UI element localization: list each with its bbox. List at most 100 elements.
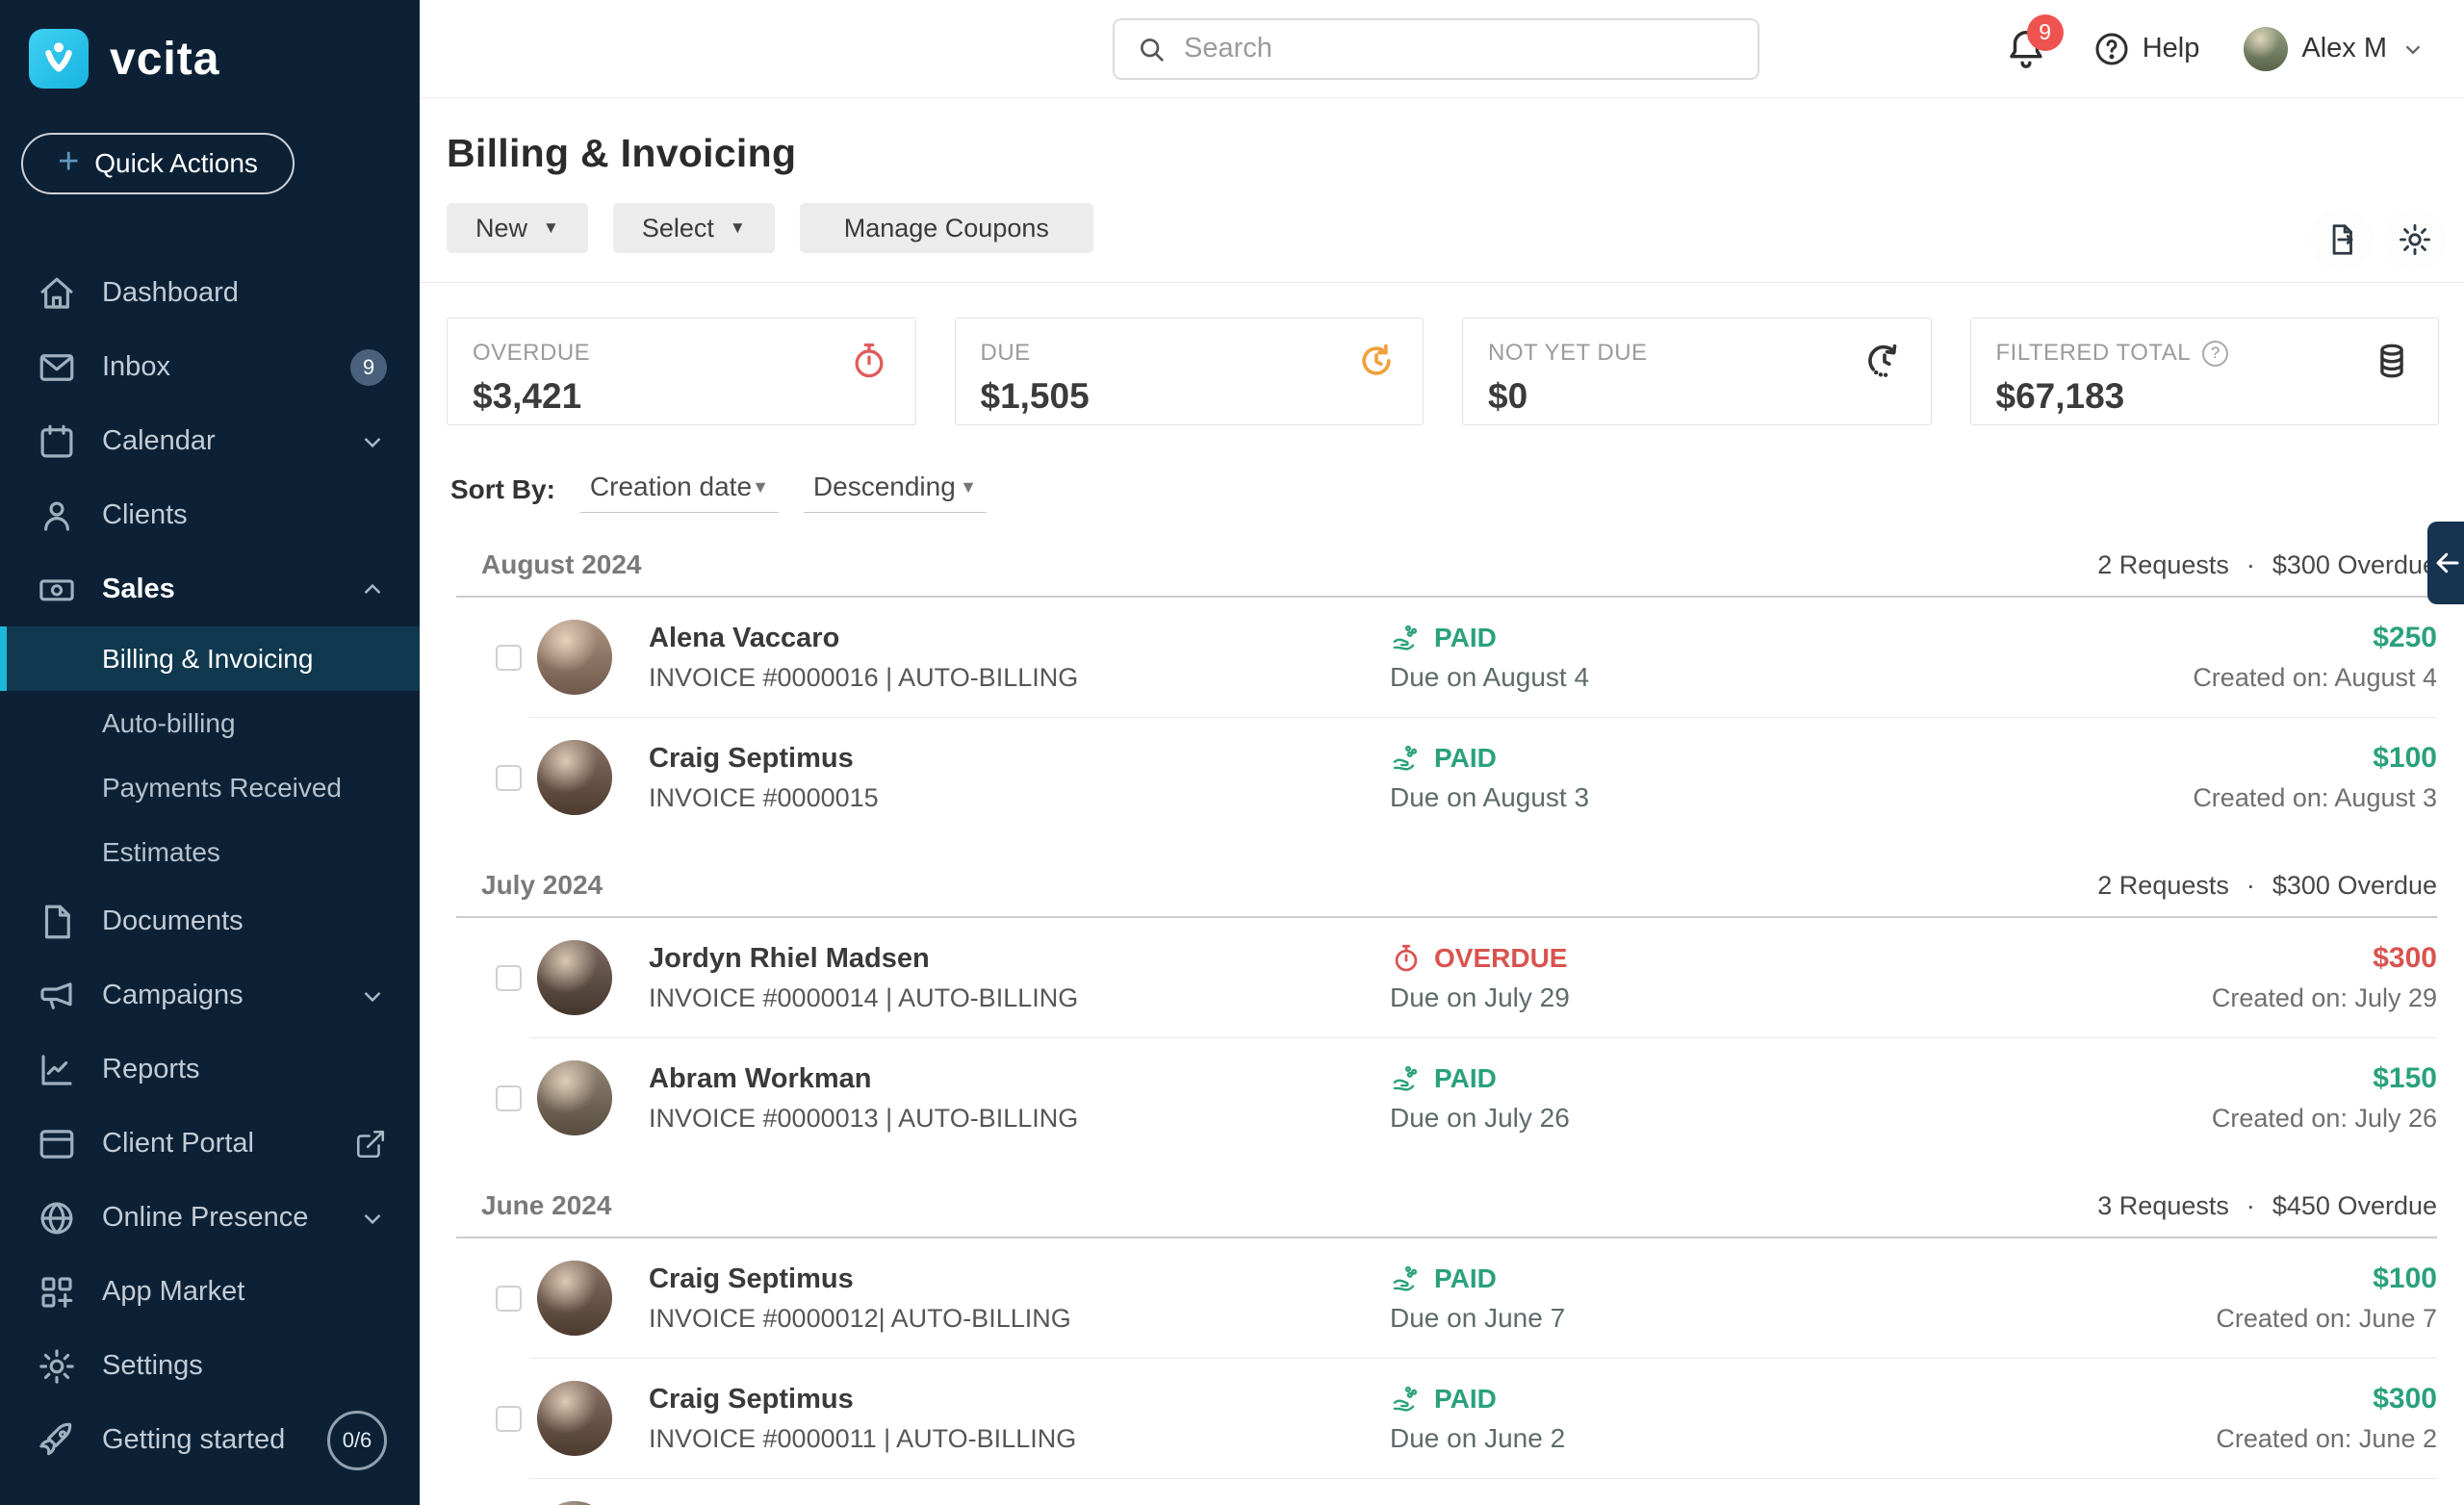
gear-icon: [37, 1346, 77, 1387]
invoice-row: Abram Workman INVOICE #0000013 | AUTO-BI…: [481, 1038, 2437, 1158]
export-button[interactable]: [2310, 208, 2374, 271]
group-header: August 2024 2 Requests · $300 Overdue: [481, 549, 2437, 596]
manage-coupons-button[interactable]: Manage Coupons: [799, 203, 1093, 253]
brand-name: vcita: [110, 33, 220, 85]
client-name[interactable]: Abram Workman: [649, 1063, 1078, 1095]
quick-actions-button[interactable]: + Quick Actions: [21, 133, 295, 194]
status-icon: [1390, 1383, 1423, 1416]
sidebar-item-label: Client Portal: [102, 1128, 254, 1159]
status-label: PAID: [1434, 623, 1497, 652]
row-checkbox[interactable]: [496, 644, 522, 671]
card-value: $0: [1488, 376, 1528, 416]
sidebar-item-inbox[interactable]: Inbox 9: [0, 330, 420, 404]
sidebar-item-billing-invoicing[interactable]: Billing & Invoicing: [0, 626, 420, 691]
notifications-button[interactable]: 9: [2004, 13, 2064, 72]
sidebar-item-label: Online Presence: [102, 1202, 309, 1233]
sidebar-item-getting-started[interactable]: Getting started 0/6: [0, 1403, 420, 1477]
group-overdue-total: $300 Overdue: [2272, 550, 2437, 579]
sidebar-item-clients[interactable]: Clients: [0, 478, 420, 552]
client-name[interactable]: Jordyn Rhiel Madsen: [649, 943, 1078, 975]
sidebar-item-calendar[interactable]: Calendar: [0, 404, 420, 478]
status-label: PAID: [1434, 1384, 1497, 1414]
sidebar-item-documents[interactable]: Documents: [0, 884, 420, 958]
brand-logo[interactable]: vcita: [0, 0, 420, 89]
sidebar-item-dashboard[interactable]: Dashboard: [0, 256, 420, 330]
help-button[interactable]: Help: [2092, 30, 2199, 68]
group-summary: 2 Requests · $300 Overdue: [2097, 550, 2437, 580]
card-overdue: OVERDUE $3,421: [447, 318, 916, 425]
row-checkbox[interactable]: [496, 964, 522, 991]
due-date: Due on June 2: [1390, 1423, 1566, 1453]
calendar-icon: [37, 421, 77, 462]
getting-started-progress-badge: 0/6: [327, 1410, 387, 1470]
list-settings-button[interactable]: [2383, 208, 2447, 271]
sidebar-item-client-portal[interactable]: Client Portal: [0, 1107, 420, 1181]
card-not-yet-due: NOT YET DUE $0: [1462, 318, 1932, 425]
sort-direction-dropdown[interactable]: Descending ▼: [803, 472, 987, 513]
help-circle-icon[interactable]: ?: [2202, 340, 2229, 367]
created-date: Created on: August 4: [2193, 663, 2437, 692]
row-checkbox[interactable]: [496, 764, 522, 791]
collapse-panel-tab[interactable]: [2427, 522, 2464, 604]
search-box[interactable]: [1113, 17, 1759, 80]
caret-down-icon: ▼: [543, 218, 559, 237]
avatar: [537, 740, 612, 815]
user-menu[interactable]: Alex M: [2244, 26, 2426, 71]
sidebar-item-reports[interactable]: Reports: [0, 1033, 420, 1107]
due-date: Due on August 4: [1390, 662, 1590, 692]
invoice-row: Alena Vaccaro INVOICE #0000016 | AUTO-BI…: [481, 598, 2437, 717]
sidebar-item-label: Clients: [102, 499, 188, 530]
sidebar-item-campaigns[interactable]: Campaigns: [0, 958, 420, 1033]
separator-dot: ·: [2246, 871, 2255, 900]
client-name[interactable]: Craig Septimus: [649, 1263, 1071, 1295]
rocket-icon: [37, 1420, 77, 1461]
avatar: [537, 1381, 612, 1456]
external-link-icon: [354, 1128, 387, 1161]
sidebar-item-online-presence[interactable]: Online Presence: [0, 1181, 420, 1255]
separator-dot: ·: [2246, 550, 2255, 579]
sidebar-item-settings[interactable]: Settings: [0, 1329, 420, 1403]
sidebar-item-auto-billing[interactable]: Auto-billing: [0, 691, 420, 755]
sort-field-dropdown[interactable]: Creation date ▼: [579, 472, 779, 513]
hand-coins-icon: [1393, 625, 1418, 650]
invoice-number: INVOICE #0000016 | AUTO-BILLING: [649, 662, 1079, 692]
app-grid-icon: [37, 1272, 77, 1313]
card-label: FILTERED TOTAL: [1995, 340, 2192, 366]
select-button[interactable]: Select ▼: [612, 203, 775, 253]
group-header: June 2024 3 Requests · $450 Overdue: [481, 1190, 2437, 1237]
card-value: $3,421: [473, 376, 582, 416]
stopwatch-icon: [848, 340, 890, 382]
avatar: [537, 940, 612, 1015]
search-input[interactable]: [1184, 33, 1736, 64]
status-block: PAID Due on June 7: [1390, 1263, 1565, 1334]
row-checkbox[interactable]: [496, 1285, 522, 1312]
card-value: $1,505: [980, 376, 1090, 416]
status-block: PAID Due on August 3: [1390, 742, 1589, 813]
client-name[interactable]: Craig Septimus: [649, 1384, 1076, 1416]
row-checkbox[interactable]: [496, 1405, 522, 1432]
amount-block: $300 Created on: July 29: [2212, 942, 2437, 1013]
sidebar-item-label: Documents: [102, 906, 244, 936]
content: Billing & Invoicing New ▼ Select ▼ Manage …: [420, 98, 2464, 1505]
row-checkbox[interactable]: [496, 1084, 522, 1111]
card-label: NOT YET DUE: [1488, 340, 1648, 366]
client-name[interactable]: Craig Septimus: [649, 743, 879, 775]
group-header: July 2024 2 Requests · $300 Overdue: [481, 870, 2437, 916]
avatar: [537, 1501, 612, 1505]
group-rows: Alena Vaccaro INVOICE #0000016 | AUTO-BI…: [481, 598, 2437, 837]
new-button[interactable]: New ▼: [447, 203, 588, 253]
sidebar-item-sales[interactable]: Sales: [0, 552, 420, 626]
invoice-row: Craig Septimus INVOICE #0000011 | AUTO-B…: [481, 1359, 2437, 1478]
globe-icon: [37, 1198, 77, 1238]
amount: $150: [2373, 1062, 2437, 1094]
sidebar-nav: Dashboard Inbox 9 Calendar Clients Sales…: [0, 256, 420, 1477]
status-block: PAID Due on July 26: [1390, 1062, 1570, 1134]
client-name[interactable]: Alena Vaccaro: [649, 623, 1078, 654]
hand-coins-icon: [1393, 1065, 1418, 1091]
sidebar-item-payments-received[interactable]: Payments Received: [0, 755, 420, 820]
sidebar-item-estimates[interactable]: Estimates: [0, 820, 420, 884]
avatar: [537, 1060, 612, 1135]
sidebar-item-app-market[interactable]: App Market: [0, 1255, 420, 1329]
chevron-up-icon: [358, 575, 387, 604]
sidebar-item-label: Billing & Invoicing: [102, 643, 314, 674]
